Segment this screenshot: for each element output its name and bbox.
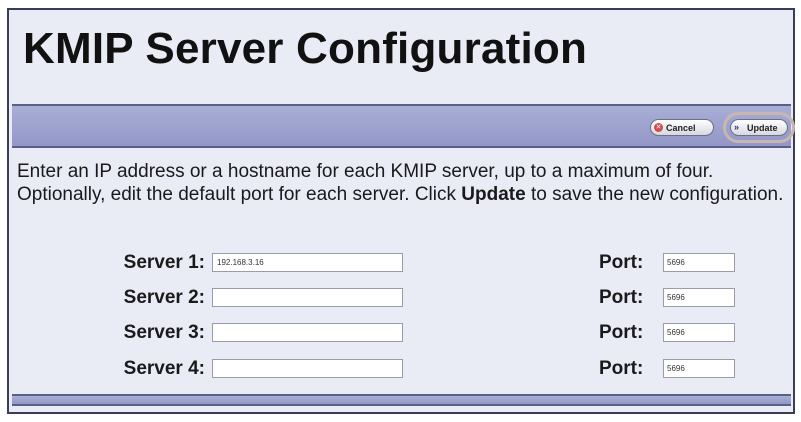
action-toolbar: ✕ Cancel » Update [12,104,795,148]
port-1-label: Port: [599,252,644,273]
double-chevron-right-icon: » [734,122,740,132]
update-button[interactable]: » Update [730,119,788,136]
server-1-label: Server 1: [123,252,205,273]
port-4-label: Port: [599,358,644,379]
server-4-label: Server 4: [123,358,205,379]
server-4-input[interactable] [212,359,403,378]
port-3-input[interactable] [663,323,735,342]
server-row-3: Server 3: Port: [9,322,789,344]
server-2-input[interactable] [212,288,403,307]
server-row-1: Server 1: Port: [9,252,789,274]
server-row-4: Server 4: Port: [9,358,789,380]
port-1-input[interactable] [663,253,735,272]
config-panel: KMIP Server Configuration ✕ Cancel » Upd… [7,8,795,414]
server-3-label: Server 3: [123,322,205,343]
server-3-input[interactable] [212,323,403,342]
cancel-button[interactable]: ✕ Cancel [650,119,714,136]
server-row-2: Server 2: Port: [9,287,789,309]
instructions-text: Enter an IP address or a hostname for ea… [17,160,787,206]
port-4-input[interactable] [663,359,735,378]
bottom-bar [12,394,791,406]
port-3-label: Port: [599,322,644,343]
instructions-part2: to save the new configuration. [525,184,784,205]
port-2-label: Port: [599,287,644,308]
update-button-label: Update [747,122,778,133]
server-1-input[interactable] [212,253,403,272]
server-2-label: Server 2: [123,287,205,308]
instructions-emphasis: Update [461,184,526,205]
cancel-icon: ✕ [654,123,663,132]
cancel-button-label: Cancel [666,122,696,133]
page-title: KMIP Server Configuration [23,24,588,73]
port-2-input[interactable] [663,288,735,307]
